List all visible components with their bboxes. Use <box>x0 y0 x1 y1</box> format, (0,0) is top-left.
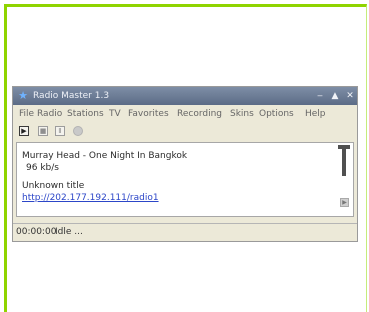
menu-file[interactable]: File <box>19 106 34 122</box>
menu-stations[interactable]: Stations <box>67 106 104 122</box>
toolbar: ▶ ■ Ⅱ <box>13 123 357 139</box>
menu-skins[interactable]: Skins <box>230 106 254 122</box>
close-button[interactable]: ✕ <box>343 87 357 105</box>
stop-button[interactable]: ■ <box>38 126 48 136</box>
window-title: Radio Master 1.3 <box>33 91 110 101</box>
stream-url-link[interactable]: http://202.177.192.111/radio1 <box>22 193 159 203</box>
bitrate: 96 kb/s <box>26 163 59 173</box>
side-play-button[interactable]: ▶ <box>340 198 349 207</box>
menu-recording[interactable]: Recording <box>177 106 222 122</box>
menu-tv[interactable]: TV <box>109 106 121 122</box>
menu-bar: File Radio Stations TV Favorites Recordi… <box>13 106 357 122</box>
title-bar[interactable]: ★ Radio Master 1.3 ‒ ▲ ✕ <box>13 87 357 105</box>
record-button[interactable] <box>73 126 83 136</box>
menu-help[interactable]: Help <box>305 106 326 122</box>
radio-master-window: ★ Radio Master 1.3 ‒ ▲ ✕ File Radio Stat… <box>12 86 358 242</box>
track-title: Murray Head - One Night In Bangkok <box>22 151 188 161</box>
minimize-button[interactable]: ‒ <box>313 87 327 105</box>
play-button[interactable]: ▶ <box>19 126 29 136</box>
elapsed-time: 00:00:00 <box>16 227 57 237</box>
menu-options[interactable]: Options <box>259 106 294 122</box>
app-icon: ★ <box>18 89 28 102</box>
pause-button[interactable]: Ⅱ <box>55 126 65 136</box>
menu-favorites[interactable]: Favorites <box>128 106 169 122</box>
maximize-button[interactable]: ▲ <box>328 87 342 105</box>
volume-meter-icon[interactable] <box>338 145 350 177</box>
now-playing-panel: Murray Head - One Night In Bangkok 96 kb… <box>16 142 354 217</box>
title-label: Unknown title <box>22 181 85 191</box>
menu-radio[interactable]: Radio <box>37 106 62 122</box>
status-text: Idle ... <box>55 227 83 237</box>
status-bar: 00:00:00 Idle ... <box>13 223 357 242</box>
